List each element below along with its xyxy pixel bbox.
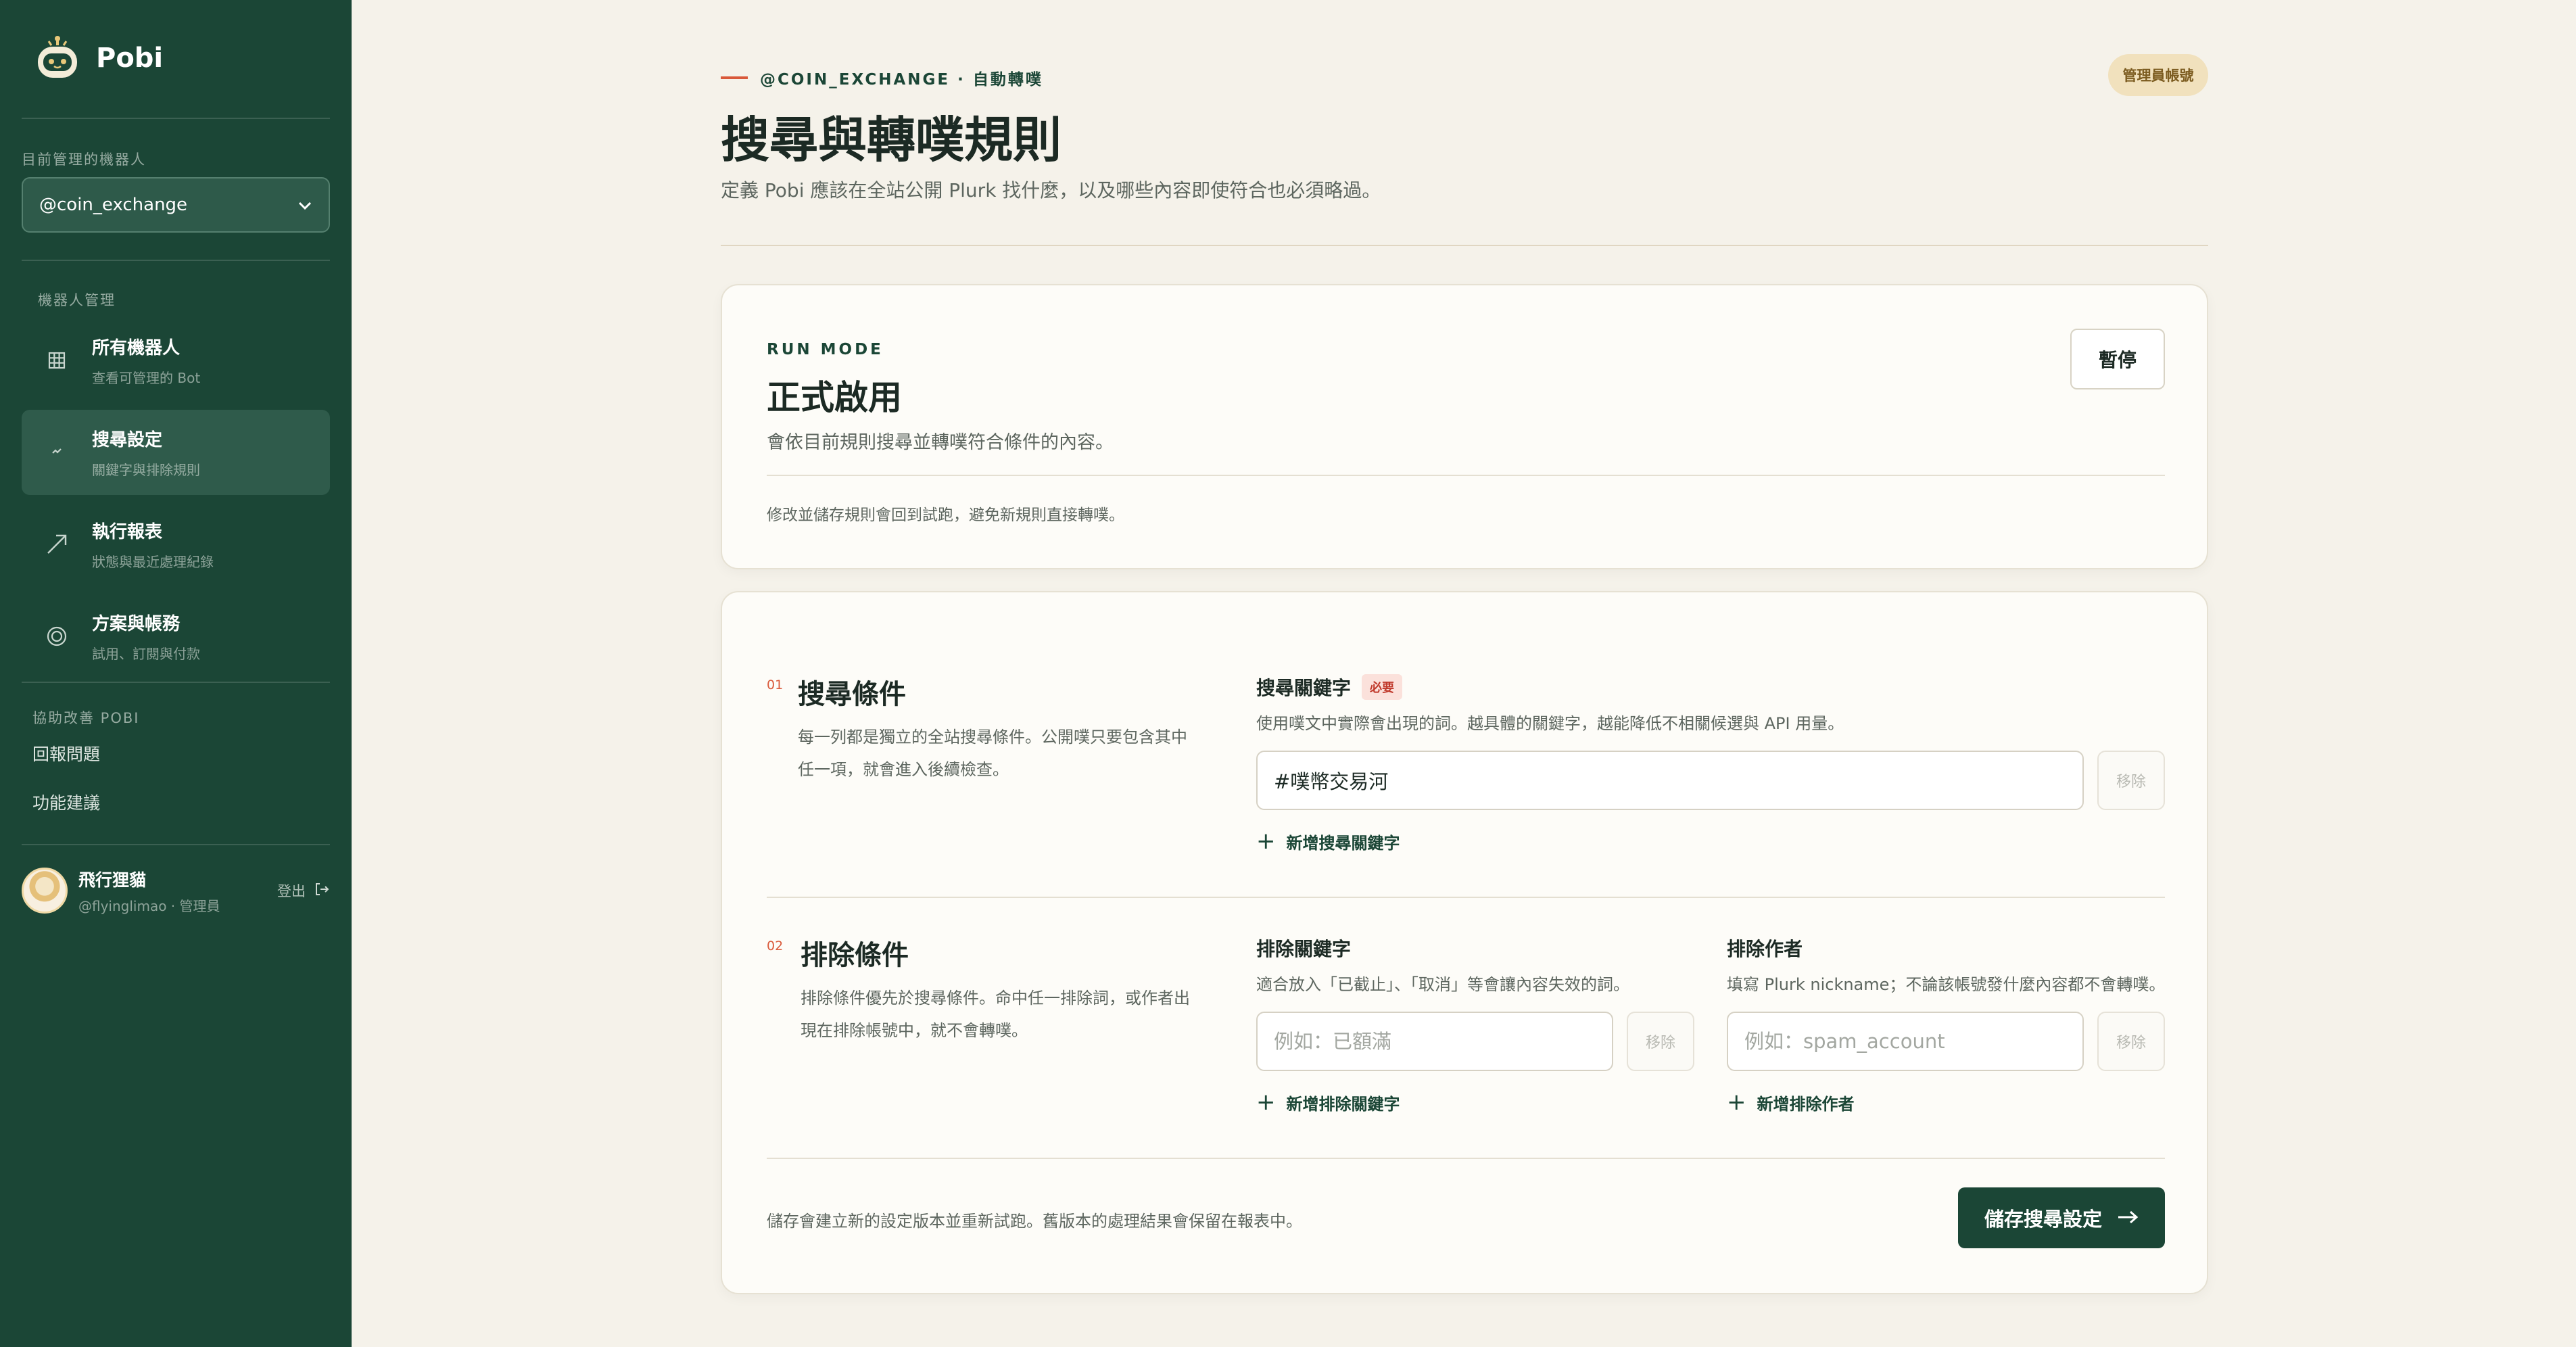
sidebar-divider	[22, 260, 330, 261]
search-settings-icon	[22, 444, 92, 460]
plus-icon: +	[1256, 1089, 1276, 1116]
exclude-author-label: 排除作者	[1727, 938, 1803, 960]
help-section-label: 協助改善 POBI	[32, 710, 140, 726]
exclude-keyword-label: 排除關鍵字	[1256, 938, 1352, 960]
footer-divider	[767, 1158, 2165, 1159]
run-mode-title: 正式啟用	[767, 378, 902, 417]
page-subtitle: 定義 Pobi 應該在全站公開 Plurk 找什麼，以及哪些內容即使符合也必須略…	[721, 179, 1381, 202]
sidebar-item-title: 方案與帳務	[92, 614, 181, 634]
save-button-label: 儲存搜尋設定	[1984, 1208, 2102, 1231]
bot-select-value: @coin_exchange	[39, 195, 188, 215]
sidebar: Pobi 目前管理的機器人 @coin_exchange 機器人管理 所有機器人…	[0, 0, 352, 1347]
page-title: 搜尋與轉噗規則	[721, 112, 1062, 168]
add-search-keyword-button[interactable]: + 新增搜尋關鍵字	[1256, 828, 1400, 855]
ring-icon	[22, 625, 92, 647]
remove-exclude-author-button[interactable]: 移除	[2097, 1012, 2165, 1071]
sidebar-item-subtitle: 關鍵字與排除規則	[92, 462, 200, 478]
run-mode-note: 修改並儲存規則會回到試跑，避免新規則直接轉噗。	[767, 506, 1124, 524]
section-divider	[767, 897, 2165, 898]
brand[interactable]: Pobi	[34, 34, 163, 82]
add-exclude-keyword-button[interactable]: + 新增排除關鍵字	[1256, 1089, 1400, 1116]
run-mode-description: 會依目前規則搜尋並轉噗符合條件的內容。	[767, 432, 1114, 453]
remove-exclude-keyword-button[interactable]: 移除	[1627, 1012, 1694, 1071]
plus-icon: +	[1727, 1089, 1746, 1116]
plus-icon: +	[1256, 828, 1276, 855]
user-handle: @flyinglimao · 管理員	[78, 897, 220, 914]
sidebar-item-subtitle: 試用、訂閱與付款	[92, 646, 200, 662]
sidebar-item-search-settings[interactable]: 搜尋設定 關鍵字與排除規則	[22, 410, 330, 495]
logout-icon	[314, 881, 330, 901]
sidebar-item-subtitle: 狀態與最近處理紀錄	[92, 554, 214, 570]
exclude-author-input[interactable]	[1727, 1012, 2084, 1071]
sidebar-item-title: 所有機器人	[92, 338, 181, 358]
report-issue-link[interactable]: 回報問題	[32, 741, 100, 765]
search-keyword-label-text: 搜尋關鍵字	[1256, 677, 1352, 699]
eyebrow-accent-line	[721, 76, 748, 79]
arrow-right-icon	[2117, 1206, 2139, 1229]
brand-name: Pobi	[96, 43, 164, 74]
section-number: 01	[767, 678, 784, 692]
search-section-description: 每一列都是獨立的全站搜尋條件。公開噗只要包含其中任一項，就會進入後續檢查。	[798, 728, 1187, 779]
remove-keyword-button[interactable]: 移除	[2097, 751, 2165, 810]
avatar	[22, 868, 68, 914]
pobi-robot-icon	[34, 34, 81, 82]
sidebar-item-title: 搜尋設定	[92, 430, 163, 450]
exclude-keyword-input[interactable]	[1256, 1012, 1613, 1071]
add-exclude-author-label: 新增排除作者	[1757, 1094, 1855, 1114]
save-search-settings-button[interactable]: 儲存搜尋設定	[1958, 1187, 2165, 1248]
add-search-keyword-label: 新增搜尋關鍵字	[1286, 833, 1400, 853]
bot-select[interactable]: @coin_exchange	[22, 177, 330, 233]
bot-select-label: 目前管理的機器人	[22, 151, 146, 168]
run-mode-card: RUN MODE 正式啟用 會依目前規則搜尋並轉噗符合條件的內容。 修改並儲存規…	[721, 284, 2208, 569]
chevron-down-icon	[297, 195, 312, 215]
feature-request-link[interactable]: 功能建議	[32, 790, 100, 814]
search-section-title: 搜尋條件	[798, 679, 906, 710]
admin-badge: 管理員帳號	[2108, 54, 2208, 96]
trend-arrow-icon	[22, 533, 92, 556]
run-mode-divider	[767, 475, 2165, 476]
add-exclude-author-button[interactable]: + 新增排除作者	[1727, 1089, 1855, 1116]
exclude-section-title: 排除條件	[801, 940, 909, 971]
logout-label: 登出	[277, 883, 306, 899]
grid-icon	[22, 351, 92, 370]
user-name: 飛行狸貓	[78, 870, 147, 890]
header-divider	[721, 245, 2208, 246]
search-keyword-input[interactable]	[1256, 751, 2084, 810]
sidebar-divider	[22, 844, 330, 845]
sidebar-item-subtitle: 查看可管理的 Bot	[92, 370, 201, 386]
sidebar-item-title: 執行報表	[92, 522, 163, 542]
page-eyebrow: @COIN_EXCHANGE · 自動轉噗	[721, 68, 1043, 89]
exclude-section-description: 排除條件優先於搜尋條件。命中任一排除詞，或作者出現在排除帳號中，就不會轉噗。	[801, 989, 1190, 1040]
logout-button[interactable]: 登出	[277, 880, 330, 901]
exclude-author-help: 填寫 Plurk nickname；不論該帳號發什麼內容都不會轉噗。	[1727, 975, 2166, 994]
search-keyword-label: 搜尋關鍵字 必要	[1256, 674, 1403, 701]
pause-button[interactable]: 暫停	[2070, 329, 2165, 389]
sidebar-divider	[22, 682, 330, 683]
required-badge: 必要	[1362, 674, 1403, 700]
add-exclude-keyword-label: 新增排除關鍵字	[1286, 1094, 1400, 1114]
run-mode-label: RUN MODE	[767, 341, 884, 358]
eyebrow-text: @COIN_EXCHANGE · 自動轉噗	[760, 71, 1043, 89]
user-profile: 飛行狸貓 @flyinglimao · 管理員 登出	[22, 867, 330, 914]
sidebar-item-billing[interactable]: 方案與帳務 試用、訂閱與付款	[22, 594, 330, 679]
save-note: 儲存會建立新的設定版本並重新試跑。舊版本的處理結果會保留在報表中。	[767, 1212, 1302, 1231]
section-number: 02	[767, 939, 784, 953]
nav-section-label: 機器人管理	[38, 292, 116, 308]
sidebar-item-reports[interactable]: 執行報表 狀態與最近處理紀錄	[22, 502, 330, 587]
search-keyword-help: 使用噗文中實際會出現的詞。越具體的關鍵字，越能降低不相關候選與 API 用量。	[1256, 714, 1844, 733]
exclude-keyword-help: 適合放入「已截止」、「取消」等會讓內容失效的詞。	[1256, 975, 1629, 994]
sidebar-divider	[22, 118, 330, 119]
sidebar-item-all-bots[interactable]: 所有機器人 查看可管理的 Bot	[22, 318, 330, 403]
rules-card: 01 搜尋條件 每一列都是獨立的全站搜尋條件。公開噗只要包含其中任一項，就會進入…	[721, 591, 2208, 1294]
